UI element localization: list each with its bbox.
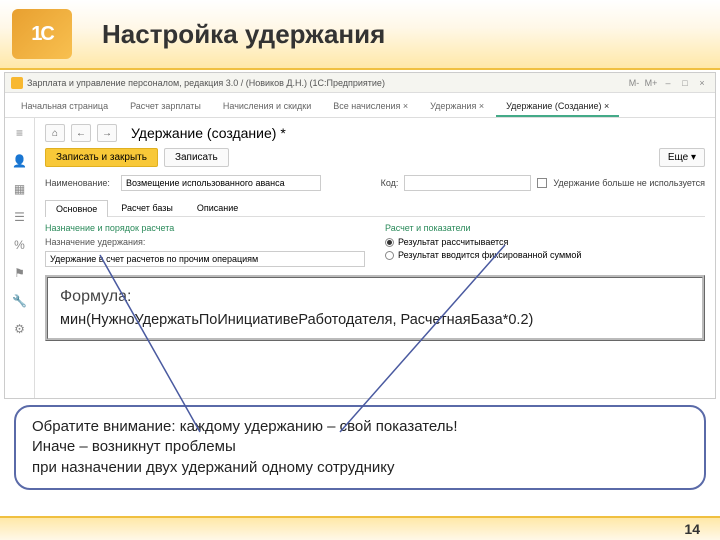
window-controls: М- М+ – □ × — [627, 78, 709, 88]
logo-1c: 1C — [12, 9, 72, 59]
slide-header: 1C Настройка удержания — [0, 0, 720, 70]
subtab-main[interactable]: Основное — [45, 200, 108, 217]
tab-accruals[interactable]: Начисления и скидки — [213, 97, 321, 117]
left-rail: ≡ 👤 ▦ ☰ % ⚑ 🔧 ⚙ — [5, 118, 35, 398]
rail-percent-icon[interactable]: % — [14, 238, 25, 252]
purpose-head: Назначение и порядок расчета — [45, 223, 365, 233]
forward-button[interactable]: → — [97, 124, 117, 142]
subtab-desc[interactable]: Описание — [186, 199, 249, 216]
note-line-1: Обратите внимание: каждому удержанию – с… — [32, 417, 688, 437]
titlebar: Зарплата и управление персоналом, редакц… — [5, 73, 715, 93]
note-line-3: при назначении двух удержаний одному сот… — [32, 458, 688, 478]
tab-deduction-create[interactable]: Удержание (Создание) × — [496, 97, 619, 117]
close-icon[interactable]: × — [695, 78, 709, 88]
app-icon — [11, 77, 23, 89]
form-title: Удержание (создание) * — [131, 125, 286, 141]
main-tabs: Начальная страница Расчет зарплаты Начис… — [5, 93, 715, 118]
rail-wrench-icon[interactable]: 🔧 — [12, 294, 27, 308]
rail-gear-icon[interactable]: ⚙ — [14, 322, 25, 336]
more-button[interactable]: Еще ▾ — [659, 148, 705, 167]
save-button[interactable]: Записать — [164, 148, 229, 167]
page-number: 14 — [684, 521, 700, 537]
footer: 14 — [0, 516, 720, 540]
note-line-2: Иначе – возникнут проблемы — [32, 437, 688, 457]
calc-head: Расчет и показатели — [385, 223, 705, 233]
radio-calc-label: Результат рассчитывается — [398, 237, 508, 247]
purpose-select[interactable] — [45, 251, 365, 267]
sub-tabs: Основное Расчет базы Описание — [45, 199, 705, 217]
rail-lines-icon[interactable]: ☰ — [14, 210, 25, 224]
tab-all-accruals[interactable]: Все начисления × — [323, 97, 418, 117]
min-button[interactable]: М- — [627, 78, 641, 88]
radio-fixed-label: Результат вводится фиксированной суммой — [398, 250, 581, 260]
tab-payroll[interactable]: Расчет зарплаты — [120, 97, 211, 117]
formula-box: Формула: мин(НужноУдержатьПоИнициативеРа… — [45, 275, 705, 341]
name-label: Наименование: — [45, 178, 115, 188]
radio-fixed[interactable] — [385, 251, 394, 260]
slide-title: Настройка удержания — [102, 19, 385, 50]
tab-deductions[interactable]: Удержания × — [420, 97, 494, 117]
save-close-button[interactable]: Записать и закрыть — [45, 148, 158, 167]
tab-start[interactable]: Начальная страница — [11, 97, 118, 117]
formula-text: мин(НужноУдержатьПоИнициативеРаботодател… — [60, 312, 690, 328]
back-button[interactable]: ← — [71, 124, 91, 142]
minimize-icon[interactable]: – — [661, 78, 675, 88]
code-input[interactable] — [404, 175, 531, 191]
rail-grid-icon[interactable]: ▦ — [14, 182, 25, 196]
window-title: Зарплата и управление персоналом, редакц… — [27, 78, 623, 88]
purpose-label: Назначение удержания: — [45, 237, 365, 247]
home-button[interactable]: ⌂ — [45, 124, 65, 142]
unused-label: Удержание больше не используется — [553, 178, 705, 188]
name-input[interactable] — [121, 175, 321, 191]
rail-list-icon[interactable]: ≡ — [16, 126, 23, 140]
restore-icon[interactable]: □ — [678, 78, 692, 88]
formula-label: Формула: — [60, 288, 690, 306]
app-window: Зарплата и управление персоналом, редакц… — [4, 72, 716, 399]
rail-user-icon[interactable]: 👤 — [12, 154, 27, 168]
radio-calculated[interactable] — [385, 238, 394, 247]
subtab-base[interactable]: Расчет базы — [110, 199, 184, 216]
code-label: Код: — [381, 178, 399, 188]
unused-checkbox[interactable] — [537, 178, 547, 188]
note-box: Обратите внимание: каждому удержанию – с… — [14, 405, 706, 490]
max-button[interactable]: М+ — [644, 78, 658, 88]
rail-flag-icon[interactable]: ⚑ — [14, 266, 25, 280]
